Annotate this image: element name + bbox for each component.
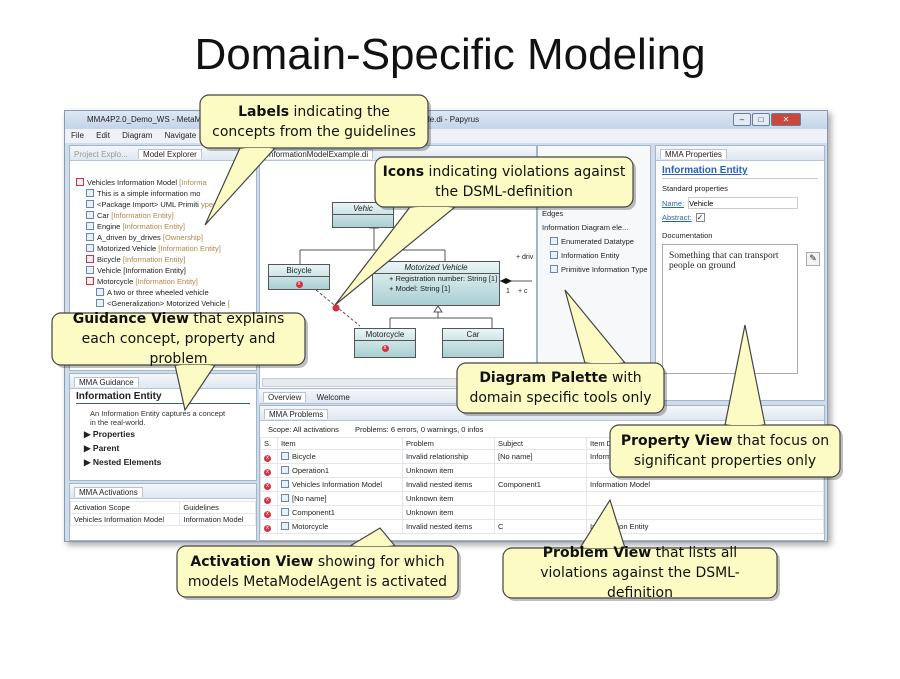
callout-text: Guidance View that explains each concept…: [72, 311, 285, 367]
callout-text: Activation View showing for which models…: [187, 553, 448, 590]
callout-text: Icons indicating violations against the …: [382, 164, 626, 200]
callout-text: Problem View that lists all violations a…: [540, 545, 740, 601]
callout-text: Diagram Palette with domain specific too…: [469, 370, 652, 406]
callout-text: Labels indicating the concepts from the …: [212, 103, 416, 140]
callout-text: Property View that focus on significant …: [620, 433, 830, 469]
